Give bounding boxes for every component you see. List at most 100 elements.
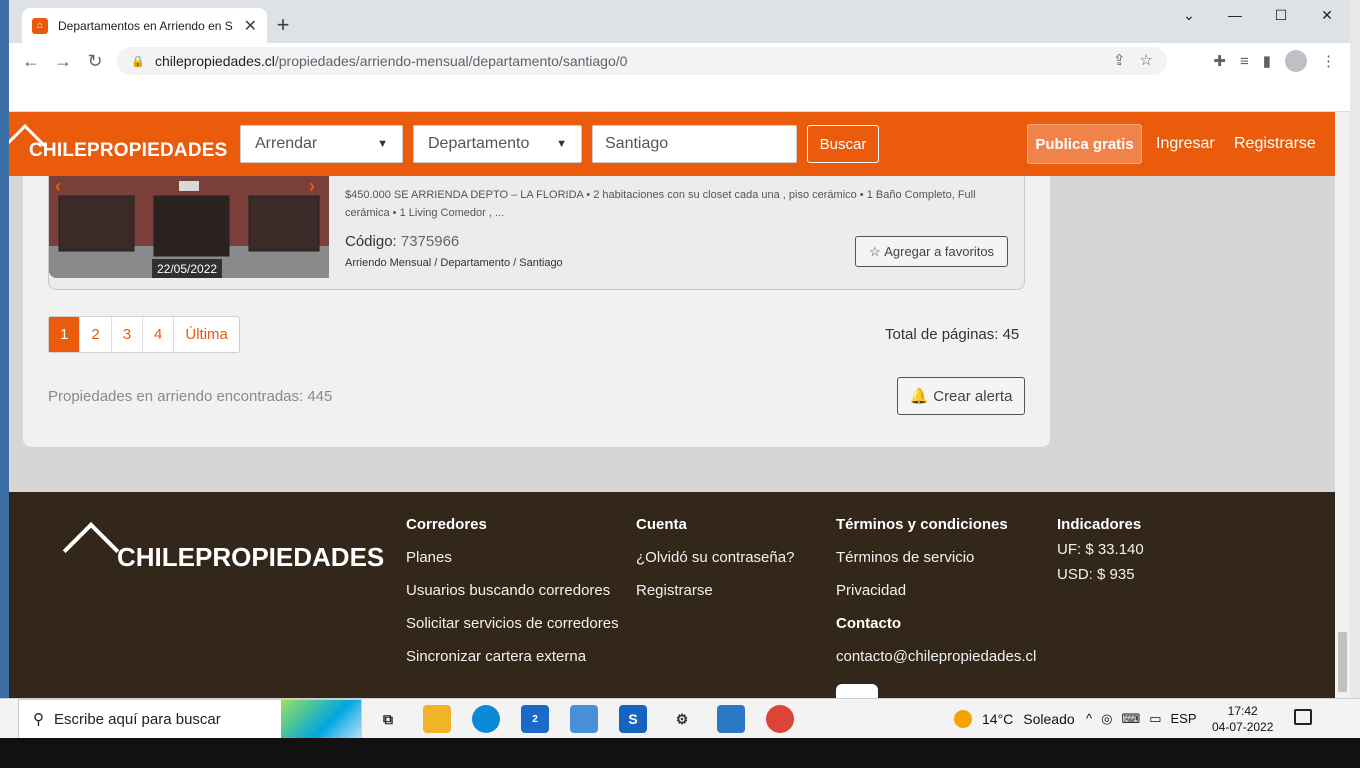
page-scrollbar[interactable] xyxy=(1335,112,1350,698)
operation-select[interactable]: Arrendar ▼ xyxy=(240,125,403,163)
forward-arrow-icon[interactable]: → xyxy=(51,49,75,73)
share-icon[interactable]: ⇪ xyxy=(1113,51,1126,69)
search-highlight-image xyxy=(281,700,361,738)
reload-icon[interactable]: ↻ xyxy=(83,49,107,73)
extension-toolbar: ✚ ≡ ▮ ⋮ xyxy=(1213,50,1336,72)
page-link-3[interactable]: 3 xyxy=(112,317,144,352)
photo-next-icon[interactable]: › xyxy=(309,176,315,197)
chevron-down-icon: ▼ xyxy=(377,138,388,150)
footer-link-solicitar[interactable]: Solicitar servicios de corredores xyxy=(406,615,619,632)
footer-link-planes[interactable]: Planes xyxy=(406,549,619,566)
chevron-up-icon[interactable]: ^ xyxy=(1086,711,1092,727)
search-button[interactable]: Buscar xyxy=(807,125,879,163)
bookmark-star-icon[interactable]: ☆ xyxy=(1140,51,1153,69)
footer-link-register[interactable]: Registrarse xyxy=(636,582,794,599)
desktop-background-right xyxy=(1350,0,1360,698)
footer-link-usuarios[interactable]: Usuarios buscando corredores xyxy=(406,582,619,599)
settings-gear-icon[interactable]: ⚙ xyxy=(668,705,696,733)
chrome-icon[interactable] xyxy=(766,705,794,733)
usd-indicator: USD: $ 935 xyxy=(1057,566,1135,583)
page-link-4[interactable]: 4 xyxy=(143,317,175,352)
page-viewport: CHILEPROPIEDADES Arrendar ▼ Departamento ▼… xyxy=(9,112,1335,698)
footer-col-indicadores: Indicadores UF: $ 33.140 USD: $ 935 xyxy=(1057,516,1144,583)
scrollbar-thumb[interactable] xyxy=(1338,632,1347,692)
sun-icon xyxy=(954,710,972,728)
s-app-icon[interactable]: S xyxy=(619,705,647,733)
taskbar-clock[interactable]: 17:42 04-07-2022 xyxy=(1212,703,1273,735)
footer-link-sincronizar[interactable]: Sincronizar cartera externa xyxy=(406,648,619,665)
maximize-icon[interactable]: ☐ xyxy=(1258,0,1304,30)
location-input[interactable]: Santiago xyxy=(592,125,797,163)
listing-description: $450.000 SE ARRIENDA DEPTO – LA FLORIDA … xyxy=(345,189,976,219)
footer-col-terminos: Términos y condiciones Términos de servi… xyxy=(836,516,1037,665)
desktop-background-left xyxy=(0,0,9,698)
lock-icon[interactable]: 🔒 xyxy=(131,55,145,68)
desktop-app-icon[interactable] xyxy=(570,705,598,733)
footer-contact-email[interactable]: contacto@chilepropiedades.cl xyxy=(836,648,1036,665)
mail-icon[interactable]: 2 xyxy=(521,705,549,733)
file-explorer-icon[interactable] xyxy=(423,705,451,733)
footer-col-cuenta: Cuenta ¿Olvidó su contraseña? Registrars… xyxy=(636,516,795,599)
site-footer: CHILEPROPIEDADES Corredores Planes Usuar… xyxy=(9,492,1335,698)
extensions-puzzle-icon[interactable]: ✚ xyxy=(1213,52,1226,70)
page-link-last[interactable]: Última xyxy=(174,317,239,352)
facebook-icon[interactable] xyxy=(836,684,878,698)
property-type-select[interactable]: Departamento ▼ xyxy=(413,125,582,163)
ime-icon[interactable]: ⌨ xyxy=(1121,711,1140,727)
footer-link-forgot-password[interactable]: ¿Olvidó su contraseña? xyxy=(636,549,794,566)
create-alert-button[interactable]: 🔔 Crear alerta xyxy=(897,377,1025,415)
house-roof-icon xyxy=(62,522,120,579)
tab-search-chevron-icon[interactable]: ⌄ xyxy=(1166,0,1212,30)
new-tab-icon[interactable]: + xyxy=(271,12,295,38)
uf-indicator: UF: $ 33.140 xyxy=(1057,541,1144,558)
network-icon[interactable]: ▭ xyxy=(1149,711,1161,727)
menu-kebab-icon[interactable]: ⋮ xyxy=(1321,52,1336,70)
login-link[interactable]: Ingresar xyxy=(1156,135,1215,153)
footer-link-terms[interactable]: Términos de servicio xyxy=(836,549,1036,566)
meet-icon[interactable]: ◎ xyxy=(1101,711,1112,727)
photo-prev-icon[interactable]: ‹ xyxy=(55,176,61,197)
browser-tab-bar: ⌂ Departamentos en Arriendo en S ✕ + ⌄ —… xyxy=(9,0,1350,43)
chevron-down-icon: ▼ xyxy=(556,138,567,150)
results-count: Propiedades en arriendo encontradas: 445 xyxy=(48,388,333,405)
control-panel-icon[interactable] xyxy=(717,705,745,733)
close-window-icon[interactable]: ✕ xyxy=(1304,0,1350,30)
address-bar[interactable]: 🔒 chilepropiedades.cl/propiedades/arrien… xyxy=(117,47,1167,75)
publish-free-button[interactable]: Publica gratis xyxy=(1027,124,1142,164)
results-card: ‹ › 22/05/2022 $450.000 SE ARRIENDA DEPT… xyxy=(23,176,1050,447)
screen-bottom-edge xyxy=(0,738,1360,768)
minimize-icon[interactable]: — xyxy=(1212,0,1258,30)
edge-browser-icon[interactable] xyxy=(472,705,500,733)
browser-tab[interactable]: ⌂ Departamentos en Arriendo en S ✕ xyxy=(22,8,267,43)
notification-icon[interactable] xyxy=(1294,709,1312,725)
media-control-icon[interactable]: ≡ xyxy=(1240,53,1249,70)
profile-avatar-icon[interactable] xyxy=(1285,50,1307,72)
window-controls: ⌄ — ☐ ✕ xyxy=(1166,0,1350,32)
listing-card[interactable]: ‹ › 22/05/2022 $450.000 SE ARRIENDA DEPT… xyxy=(48,176,1025,290)
taskbar-search[interactable]: ⚲ Escribe aquí para buscar xyxy=(18,699,362,739)
language-indicator[interactable]: ESP xyxy=(1171,711,1197,727)
page-link-2[interactable]: 2 xyxy=(80,317,112,352)
star-icon: ☆ xyxy=(868,243,885,259)
task-view-icon[interactable]: ⧉ xyxy=(374,705,402,733)
total-pages: Total de páginas: 45 xyxy=(885,326,1020,343)
side-panel-icon[interactable]: ▮ xyxy=(1263,52,1271,70)
footer-contact-title: Contacto xyxy=(836,615,901,632)
browser-toolbar: ← → ↻ 🔒 chilepropiedades.cl/propiedades/… xyxy=(9,43,1350,79)
tab-title: Departamentos en Arriendo en S xyxy=(58,18,233,33)
site-favicon-icon: ⌂ xyxy=(32,17,48,34)
page-link-1[interactable]: 1 xyxy=(49,317,81,352)
close-tab-icon[interactable]: ✕ xyxy=(244,16,257,36)
register-link[interactable]: Registrarse xyxy=(1234,135,1316,153)
bell-icon: 🔔 xyxy=(909,388,929,405)
weather-widget[interactable]: 14°C Soleado xyxy=(954,699,1075,739)
listing-category: Arriendo Mensual / Departamento / Santia… xyxy=(345,257,563,269)
windows-taskbar: ⚲ Escribe aquí para buscar ⧉ 2 S ⚙ 14°C … xyxy=(0,698,1360,739)
add-favorite-button[interactable]: ☆ Agregar a favoritos xyxy=(855,236,1008,267)
back-arrow-icon[interactable]: ← xyxy=(19,49,43,73)
listing-photo[interactable]: ‹ › 22/05/2022 xyxy=(49,176,329,278)
screen: ⌂ Departamentos en Arriendo en S ✕ + ⌄ —… xyxy=(0,0,1360,768)
footer-link-privacy[interactable]: Privacidad xyxy=(836,582,1036,599)
footer-col-corredores: Corredores Planes Usuarios buscando corr… xyxy=(406,516,619,665)
search-icon: ⚲ xyxy=(33,711,44,728)
